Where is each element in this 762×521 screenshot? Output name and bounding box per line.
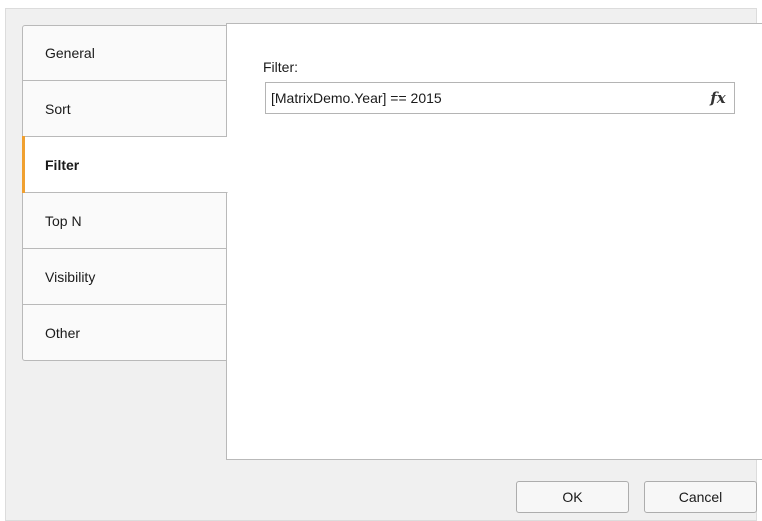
- tab-general[interactable]: General: [22, 25, 228, 81]
- filter-expression-text[interactable]: [MatrixDemo.Year] == 2015: [271, 90, 706, 106]
- filter-expression-field[interactable]: [MatrixDemo.Year] == 2015 fx: [265, 82, 735, 114]
- tab-label: Other: [45, 324, 81, 341]
- tab-label: General: [45, 45, 95, 61]
- tab-top-n[interactable]: Top N: [22, 193, 228, 249]
- ok-button[interactable]: OK: [516, 481, 629, 513]
- tab-label: Visibility: [45, 268, 96, 285]
- tab-label: Sort: [45, 100, 71, 117]
- filter-panel: Filter: [MatrixDemo.Year] == 2015 fx: [226, 23, 762, 460]
- fx-icon[interactable]: fx: [706, 86, 730, 110]
- tab-label: Filter: [45, 156, 80, 173]
- tab-sort[interactable]: Sort: [22, 81, 228, 137]
- tab-list: General Sort Filter Top N Visibility Oth…: [22, 25, 228, 361]
- tab-other[interactable]: Other: [22, 305, 228, 361]
- dialog: General Sort Filter Top N Visibility Oth…: [5, 8, 762, 521]
- tab-filter[interactable]: Filter: [22, 136, 228, 193]
- filter-label: Filter:: [263, 59, 298, 75]
- cancel-button[interactable]: Cancel: [644, 481, 757, 513]
- tab-label: Top N: [45, 212, 82, 229]
- tab-visibility[interactable]: Visibility: [22, 249, 228, 305]
